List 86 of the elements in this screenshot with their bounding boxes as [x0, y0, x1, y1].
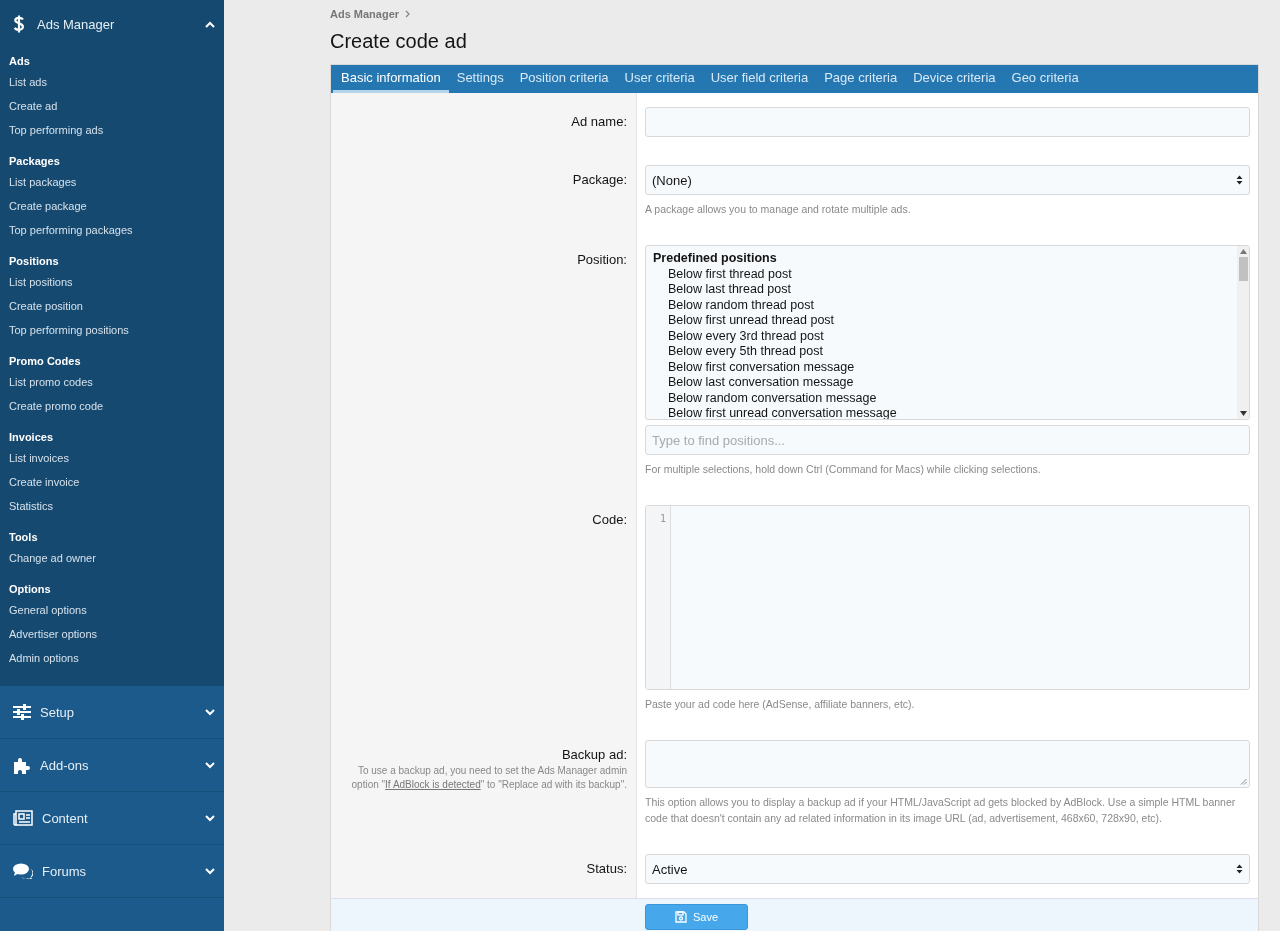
- listbox-option[interactable]: Below first unread thread post: [653, 313, 1230, 329]
- select-arrows-icon: [1236, 175, 1243, 185]
- text-input[interactable]: [645, 107, 1250, 137]
- field-hint: This option allows you to display a backup ad if your HTML/JavaScript ad gets blocked by AdBlock. Use a simple HTML banner code that doesn't contain any ad related information in its image URL (ad, advertisement, 468x60, 728x90, etc).: [645, 795, 1237, 826]
- select-field[interactable]: (None): [645, 165, 1250, 195]
- sidebar-link[interactable]: List invoices: [9, 446, 215, 470]
- chevron-down-icon: [205, 867, 215, 875]
- option-link[interactable]: If AdBlock is detected: [385, 779, 481, 790]
- sidebar-link[interactable]: Create promo code: [9, 394, 215, 418]
- sidebar-group-title: Tools: [9, 530, 39, 545]
- dollar-icon: [13, 15, 25, 33]
- listbox-option[interactable]: Below last thread post: [653, 282, 1230, 298]
- listbox-option[interactable]: Below random conversation message: [653, 390, 1230, 406]
- save-icon: [674, 911, 687, 923]
- tab[interactable]: Device criteria: [905, 65, 1004, 93]
- listbox-option[interactable]: Below first conversation message: [653, 359, 1230, 375]
- scroll-up-icon[interactable]: [1239, 249, 1247, 254]
- sidebar-group-title: Positions: [9, 254, 60, 269]
- sidebar-link[interactable]: List positions: [9, 270, 215, 294]
- sidebar-link[interactable]: List promo codes: [9, 370, 215, 394]
- tab[interactable]: Page criteria: [816, 65, 906, 93]
- chevron-right-icon: [405, 10, 411, 18]
- field-label: Package:: [571, 171, 627, 187]
- field-label: Ad name:: [570, 113, 627, 129]
- sidebar-group-title: Options: [9, 582, 52, 597]
- sidebar-link[interactable]: General options: [9, 598, 215, 622]
- sidebar-group-title: Promo Codes: [9, 354, 82, 369]
- chevron-down-icon: [205, 708, 215, 716]
- sidebar-link[interactable]: Advertiser options: [9, 622, 215, 646]
- sidebar-link[interactable]: Create position: [9, 294, 215, 318]
- select-value: (None): [652, 172, 692, 188]
- tab[interactable]: User criteria: [616, 65, 703, 93]
- tab[interactable]: Geo criteria: [1003, 65, 1087, 93]
- listbox-option[interactable]: Below every 5th thread post: [653, 344, 1230, 360]
- sidebar-link[interactable]: List packages: [9, 170, 215, 194]
- listbox-option[interactable]: Below first thread post: [653, 266, 1230, 282]
- chevron-down-icon: [205, 814, 215, 822]
- select-value: Active: [652, 861, 688, 877]
- line-number: 1: [659, 513, 666, 524]
- field-hint: Paste your ad code here (AdSense, affiliate banners, etc).: [645, 697, 916, 712]
- field-label: Code:: [591, 511, 627, 527]
- sidebar-link[interactable]: Admin options: [9, 646, 215, 670]
- tab[interactable]: User field criteria: [702, 65, 817, 93]
- sidebar-link[interactable]: Top performing positions: [9, 318, 215, 342]
- sidebar-link[interactable]: List ads: [9, 70, 215, 94]
- field-explanation: To use a backup ad, you need to set the Ads Manager admin option "If AdBlock is detected" to "Replace ad with its backup".: [350, 764, 627, 792]
- listbox-option[interactable]: Below every 3rd thread post: [653, 328, 1230, 344]
- breadcrumb-link[interactable]: Ads Manager: [330, 8, 400, 20]
- search-field[interactable]: Type to find positions...: [645, 425, 1250, 455]
- scrollbar[interactable]: [1237, 246, 1249, 419]
- listbox-option[interactable]: Below random thread post: [653, 297, 1230, 313]
- sidebar-link[interactable]: Top performing ads: [9, 118, 215, 142]
- resize-handle-icon[interactable]: [1240, 778, 1247, 785]
- puzzle-icon: [13, 756, 31, 774]
- tab[interactable]: Settings: [448, 65, 512, 93]
- field-hint: A package allows you to manage and rotate multiple ads.: [645, 202, 912, 217]
- field-label: Status:: [585, 860, 627, 876]
- scrollbar-thumb[interactable]: [1238, 257, 1248, 281]
- sidebar-link[interactable]: Create invoice: [9, 470, 215, 494]
- select-arrows-icon: [1236, 864, 1243, 874]
- chevron-down-icon: [205, 761, 215, 769]
- field-hint: For multiple selections, hold down Ctrl (Command for Macs) while clicking selections.: [645, 462, 1042, 477]
- sidebar-group-title: Ads: [9, 54, 31, 69]
- sidebar-link[interactable]: Create package: [9, 194, 215, 218]
- select-field[interactable]: Active: [645, 854, 1250, 884]
- sidebar-link[interactable]: Create ad: [9, 94, 215, 118]
- field-label: Position:: [576, 251, 627, 267]
- chevron-up-icon: [205, 20, 215, 28]
- page-title: Create code ad: [330, 30, 468, 53]
- field-label: Backup ad:: [560, 746, 627, 762]
- tab[interactable]: Position criteria: [511, 65, 617, 93]
- sidebar-group-title: Packages: [9, 154, 61, 169]
- scroll-down-icon[interactable]: [1239, 411, 1247, 416]
- listbox-option[interactable]: Below last conversation message: [653, 375, 1230, 391]
- newspaper-icon: [13, 810, 33, 826]
- sidebar-link[interactable]: Statistics: [9, 494, 215, 518]
- comments-icon: [13, 863, 33, 879]
- sidebar-group-title: Invoices: [9, 430, 55, 445]
- listbox-option[interactable]: Below first unread conversation message: [653, 406, 1230, 419]
- sidebar-link[interactable]: Change ad owner: [9, 546, 215, 570]
- sliders-icon: [13, 704, 31, 720]
- position-listbox[interactable]: [645, 245, 1250, 420]
- option-group-label: Predefined positions: [653, 251, 778, 267]
- sidebar-section-header[interactable]: Ads Manager: [0, 0, 224, 48]
- sidebar-link[interactable]: Top performing packages: [9, 218, 215, 242]
- textarea-field[interactable]: [645, 740, 1250, 788]
